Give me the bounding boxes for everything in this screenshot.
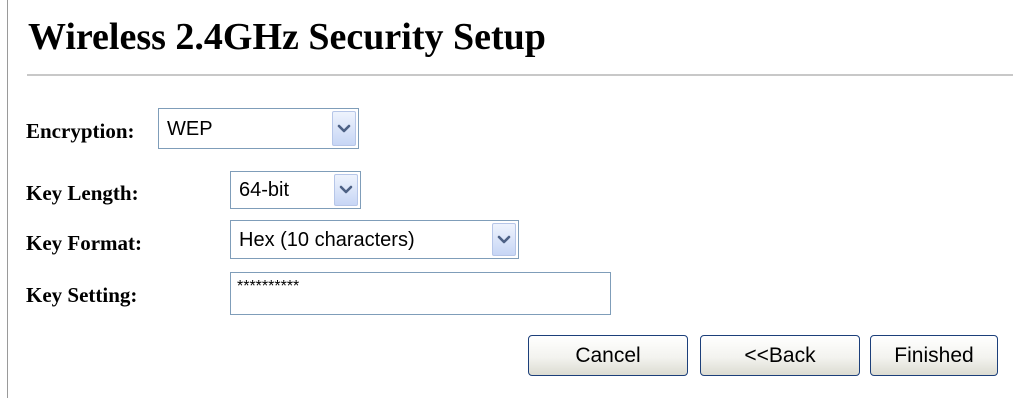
key-setting-label: Key Setting: <box>26 283 138 307</box>
cancel-button[interactable]: Cancel <box>528 335 688 376</box>
key-format-dropdown-button[interactable] <box>492 223 516 256</box>
key-length-select-value: 64-bit <box>239 179 290 201</box>
key-setting-input[interactable]: ********** <box>230 272 611 315</box>
title-divider <box>27 74 1013 76</box>
key-length-dropdown-button[interactable] <box>334 174 358 206</box>
encryption-dropdown-button[interactable] <box>332 111 356 146</box>
finished-button[interactable]: Finished <box>870 335 998 376</box>
key-length-select[interactable]: 64-bit <box>230 171 361 209</box>
chevron-down-icon <box>337 124 351 132</box>
key-format-select[interactable]: Hex (10 characters) <box>230 220 519 259</box>
page-title: Wireless 2.4GHz Security Setup <box>28 16 546 58</box>
key-length-label: Key Length: <box>26 181 139 205</box>
chevron-down-icon <box>497 235 511 243</box>
encryption-label: Encryption: <box>26 119 135 143</box>
encryption-select-value: WEP <box>167 117 213 140</box>
key-format-label: Key Format: <box>26 231 143 255</box>
key-format-select-value: Hex (10 characters) <box>239 228 415 251</box>
back-button[interactable]: <<Back <box>700 335 860 376</box>
chevron-down-icon <box>339 185 353 194</box>
frame-left-border <box>7 0 8 398</box>
encryption-select[interactable]: WEP <box>158 108 359 149</box>
key-setting-input-value: ********** <box>237 278 300 295</box>
